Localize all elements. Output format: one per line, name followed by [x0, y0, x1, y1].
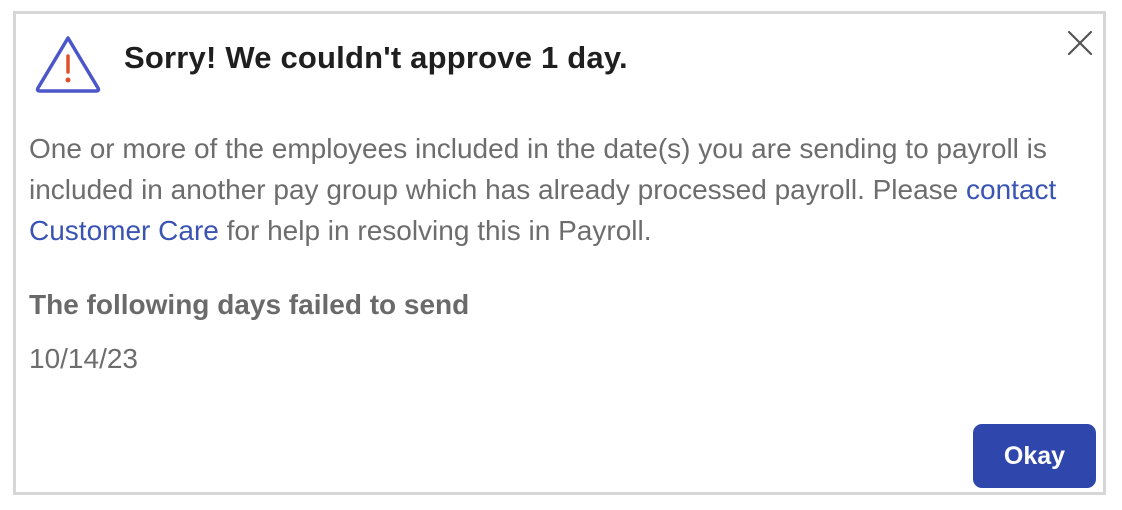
message-text-after: for help in resolving this in Payroll. — [218, 215, 652, 246]
failed-date-item: 10/14/23 — [29, 343, 138, 374]
message-text-before: One or more of the employees included in… — [29, 133, 1047, 205]
dialog-message: One or more of the employees included in… — [29, 128, 1099, 251]
close-icon[interactable] — [1063, 26, 1097, 60]
error-dialog: Sorry! We couldn't approve 1 day. One or… — [13, 11, 1106, 495]
warning-triangle-icon — [34, 34, 102, 94]
dialog-title: Sorry! We couldn't approve 1 day. — [124, 40, 628, 75]
okay-button[interactable]: Okay — [973, 424, 1096, 488]
failed-days-heading: The following days failed to send — [29, 289, 470, 320]
close-button[interactable] — [1063, 26, 1097, 60]
dialog-header: Sorry! We couldn't approve 1 day. — [16, 14, 1103, 114]
